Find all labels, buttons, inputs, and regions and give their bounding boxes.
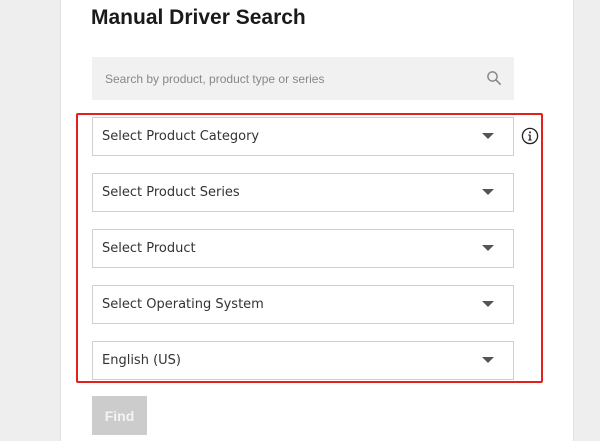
search-input[interactable] xyxy=(92,57,472,100)
chevron-down-icon xyxy=(482,357,494,363)
language-label: English (US) xyxy=(102,353,181,368)
chevron-down-icon xyxy=(482,189,494,195)
product-series-label: Select Product Series xyxy=(102,185,240,200)
search-box[interactable] xyxy=(92,57,514,100)
operating-system-select[interactable]: Select Operating System xyxy=(92,285,514,324)
product-series-select[interactable]: Select Product Series xyxy=(92,173,514,212)
product-label: Select Product xyxy=(102,241,196,256)
product-category-label: Select Product Category xyxy=(102,129,260,144)
chevron-down-icon xyxy=(482,133,494,139)
product-select[interactable]: Select Product xyxy=(92,229,514,268)
operating-system-label: Select Operating System xyxy=(102,297,264,312)
product-category-select[interactable]: Select Product Category xyxy=(92,117,514,156)
info-icon[interactable] xyxy=(521,127,539,145)
language-select[interactable]: English (US) xyxy=(92,341,514,380)
find-button[interactable]: Find xyxy=(92,396,147,435)
chevron-down-icon xyxy=(482,301,494,307)
chevron-down-icon xyxy=(482,245,494,251)
page-title: Manual Driver Search xyxy=(91,6,306,29)
search-icon[interactable] xyxy=(486,70,502,86)
